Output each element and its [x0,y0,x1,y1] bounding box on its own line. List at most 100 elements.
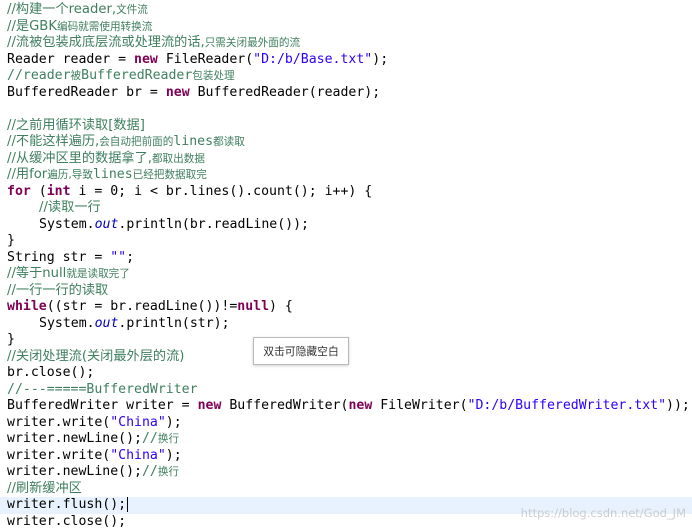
code-token: ((str = br.readLine())!= [47,299,238,314]
code-token: BufferedWriter( [221,398,348,413]
code-token: new [348,398,372,413]
code-token: BufferedWriter [7,398,126,413]
code-line[interactable]: //是GBK编码就需使用转换流 [0,19,692,36]
code-token: BufferedReader [7,85,126,100]
code-token: //用for [7,167,47,182]
code-token: BufferedReader [81,68,192,83]
code-token: ; [126,250,134,265]
hide-whitespace-tooltip[interactable]: 双击可隐藏空白 [253,337,349,365]
code-line[interactable]: BufferedWriter writer = new BufferedWrit… [0,398,692,415]
code-token: System. [39,217,95,232]
code-line[interactable]: BufferedReader br = new BufferedReader(r… [0,85,692,102]
code-token: // [142,431,158,446]
code-token: new [134,52,158,67]
code-line[interactable]: //构建一个reader,文件流 [0,2,692,19]
code-token: 编码就需使用转换流 [57,21,152,33]
code-token: //一行一行的读取 [7,283,108,298]
code-token: for [7,184,31,199]
code-token: 就是读取完了 [66,268,130,280]
code-line[interactable]: //用for遍历,导致lines已经把数据取完 [0,167,692,184]
code-line[interactable]: for (int i = 0; i < br.lines().count(); … [0,184,692,201]
code-line[interactable]: writer.write("China"); [0,448,692,465]
code-token: new [198,398,222,413]
code-token: br.close(); [7,365,94,380]
code-token: "" [110,250,126,265]
code-token: //构建一个reader, [7,2,116,17]
code-line[interactable]: writer.write("China"); [0,415,692,432]
code-token: = [142,85,166,100]
code-token: //流被包装成底层流或处理流的话, [7,35,205,50]
code-line[interactable]: //---=====BufferedWriter [0,382,692,399]
code-token: ); [372,52,388,67]
code-editor[interactable]: //构建一个reader,文件流//是GBK编码就需使用转换流//流被包装成底层… [0,0,692,528]
code-token: writer.newLine(); [7,431,142,446]
code-token: 换行 [158,466,179,478]
code-token: = [174,398,198,413]
code-line[interactable]: //读取一行 [0,200,692,217]
code-token: //reader [7,68,71,83]
code-token: "China" [110,415,166,430]
code-line[interactable]: String str = ""; [0,250,692,267]
code-line[interactable]: //之前用循环读取[数据] [0,118,692,135]
code-token: str [63,250,87,265]
code-token: //关闭处理流(关闭最外层的流) [7,349,184,364]
code-line[interactable]: writer.newLine();//换行 [0,464,692,481]
code-token: 文件流 [116,4,148,16]
code-token: //不能这样遍历, [7,134,99,149]
watermark: https://blog.csdn.net/God_JM [521,506,686,520]
code-token: int [47,184,71,199]
code-line[interactable]: while((str = br.readLine())!=null) { [0,299,692,316]
code-token: 被 [71,70,82,82]
code-token: 只需关闭最外面的流 [205,37,300,49]
code-token: writer [126,398,174,413]
code-token: = [86,250,110,265]
code-line[interactable]: //一行一行的读取 [0,283,692,300]
code-token: i = 0; i < br.lines().count(); i++) { [71,184,373,199]
code-token: 遍历,导致 [47,169,93,181]
code-token: 包装处理 [192,70,234,82]
code-token: //读取一行 [39,200,101,215]
code-line[interactable]: writer.newLine();//换行 [0,431,692,448]
code-line[interactable]: //从缓冲区里的数据拿了,都取出数据 [0,151,692,168]
code-line[interactable]: //不能这样遍历,会自动把前面的lines都读取 [0,134,692,151]
code-token: //等于null [7,266,66,281]
code-line[interactable]: System.out.println(br.readLine()); [0,217,692,234]
code-line[interactable]: //等于null就是读取完了 [0,266,692,283]
code-token: ); [166,415,182,430]
code-line[interactable]: } [0,233,692,250]
code-token: 已经把数据取完 [133,169,207,181]
code-token: lines [93,167,133,182]
code-token: "D:/b/BufferedWriter.txt" [468,398,667,413]
code-token: ); [166,448,182,463]
code-token: FileReader( [158,52,253,67]
code-token: = [110,52,134,67]
code-token: 换行 [158,433,179,445]
code-token: reader [63,52,111,67]
code-line[interactable]: //reader被BufferedReader包装处理 [0,68,692,85]
code-token: "China" [110,448,166,463]
code-line[interactable] [0,101,692,118]
code-line[interactable]: br.close(); [0,365,692,382]
code-token: writer.flush(); [7,497,126,512]
code-token: 都取出数据 [152,153,205,165]
code-line[interactable]: //流被包装成底层流或处理流的话,只需关闭最外面的流 [0,35,692,52]
code-token: .println(str); [118,316,229,331]
code-token: } [7,332,15,347]
code-token: FileWriter( [372,398,467,413]
code-line[interactable]: Reader reader = new FileReader("D:/b/Bas… [0,52,692,69]
code-token: //是GBK [7,19,57,34]
code-token: //从缓冲区里的数据拿了, [7,151,152,166]
code-token: out [95,316,119,331]
code-token: 都读取 [213,136,245,148]
code-token: writer.newLine(); [7,464,142,479]
code-token: lines [173,134,213,149]
code-token: //---=====BufferedWriter [7,382,198,397]
code-token: 会自动把前面的 [99,136,173,148]
code-token: while [7,299,47,314]
code-token: writer.write( [7,415,110,430]
code-token: String [7,250,63,265]
code-line[interactable]: //刷新缓冲区 [0,481,692,498]
code-token: System. [39,316,95,331]
code-line[interactable]: System.out.println(str); [0,316,692,333]
code-token: out [95,217,119,232]
